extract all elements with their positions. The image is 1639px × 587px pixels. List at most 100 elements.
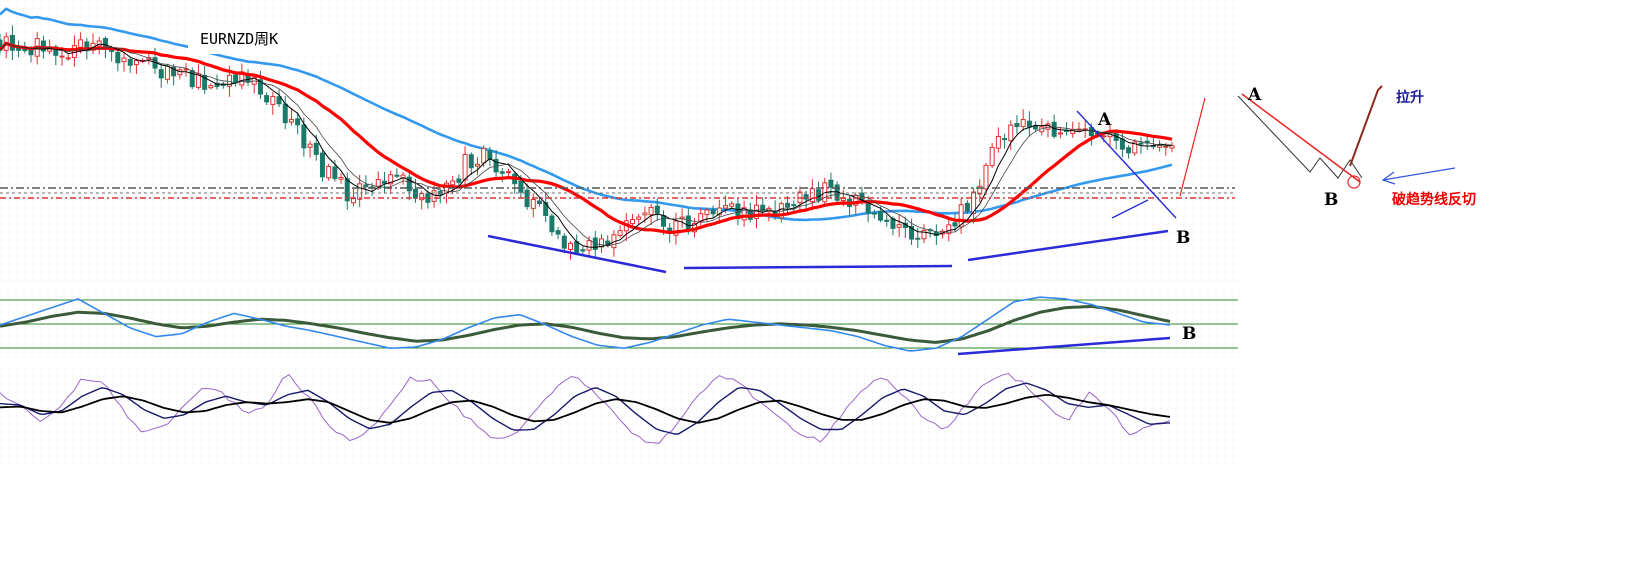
candle-body xyxy=(995,136,1001,149)
stochastic-panel-background xyxy=(0,366,1240,464)
candle-body xyxy=(295,118,301,126)
candle-body xyxy=(71,45,77,58)
candle-body xyxy=(642,212,648,216)
candle-body xyxy=(952,222,958,227)
candle-body xyxy=(828,179,834,188)
candle-body xyxy=(158,69,164,79)
candle-body xyxy=(698,213,704,222)
candle-body xyxy=(840,198,846,202)
candle-body xyxy=(121,57,127,63)
candle-body xyxy=(791,204,797,207)
candle-body xyxy=(710,209,716,215)
candle-body xyxy=(617,230,623,236)
candle-body xyxy=(661,215,667,227)
candle-body xyxy=(270,95,276,105)
candle-body xyxy=(685,215,691,231)
candle-body xyxy=(350,198,356,204)
candle-body xyxy=(462,153,468,181)
candle-body xyxy=(394,174,400,177)
label-b-indicator: B xyxy=(1182,324,1197,344)
candle-body xyxy=(1126,147,1132,154)
candle-body xyxy=(1008,124,1014,142)
candle-body xyxy=(288,119,294,123)
candle-body xyxy=(785,202,791,208)
candle-body xyxy=(363,184,369,188)
candle-body xyxy=(59,55,65,58)
candle-body xyxy=(375,178,381,187)
candle-body xyxy=(884,219,890,222)
label-break: 破趋势线反切 xyxy=(1392,192,1476,208)
candle-body xyxy=(282,103,288,124)
candle-body xyxy=(133,60,139,66)
candle-body xyxy=(586,240,592,251)
candle-body xyxy=(729,203,735,207)
candle-body xyxy=(338,176,344,180)
candle-body xyxy=(487,150,493,160)
candle-body xyxy=(450,180,456,186)
candle-body xyxy=(630,219,636,225)
candle-body xyxy=(1101,135,1107,138)
candle-body xyxy=(896,224,902,228)
candle-body xyxy=(536,200,542,204)
candle-body xyxy=(648,206,654,216)
candle-body xyxy=(115,51,121,64)
label-b-sketch: B xyxy=(1324,190,1339,210)
candle-body xyxy=(964,202,970,212)
candle-body xyxy=(431,190,437,202)
candle-body xyxy=(412,188,418,199)
candle-body xyxy=(499,171,505,174)
candle-body xyxy=(723,205,729,209)
candle-body xyxy=(276,96,282,105)
candle-body xyxy=(332,166,338,180)
candle-body xyxy=(1020,118,1026,127)
candle-body xyxy=(65,57,71,60)
candle-body xyxy=(264,95,270,103)
candle-body xyxy=(1138,142,1144,145)
candle-body xyxy=(1057,132,1063,135)
candle-body xyxy=(871,212,877,215)
candle-body xyxy=(381,180,387,184)
candle-body xyxy=(580,249,586,252)
candle-body xyxy=(164,65,170,80)
candle-body xyxy=(1119,138,1125,150)
candle-body xyxy=(307,143,313,148)
candle-body xyxy=(530,198,536,209)
label-lift: 拉升 xyxy=(1396,90,1424,106)
candle-body xyxy=(208,85,214,89)
candle-body xyxy=(313,142,319,155)
sketch-arrow-shaft xyxy=(1382,167,1456,181)
candle-body xyxy=(549,215,555,233)
candle-body xyxy=(983,164,989,190)
candle-body xyxy=(561,235,567,249)
sketch-rally-line xyxy=(1349,85,1383,167)
candle-body xyxy=(1002,138,1008,141)
candle-body xyxy=(555,230,561,235)
label-a-sketch: A xyxy=(1248,85,1262,105)
candle-body xyxy=(878,210,884,221)
candle-body xyxy=(468,154,474,169)
candle-body xyxy=(78,39,84,48)
candle-body xyxy=(636,216,642,220)
label-b-main: B xyxy=(1176,228,1191,248)
candle-body xyxy=(233,74,239,84)
label-a-main: A xyxy=(1098,110,1112,130)
candle-body xyxy=(357,183,363,200)
candle-body xyxy=(301,124,307,149)
sketch-trendline xyxy=(1241,93,1361,183)
candle-body xyxy=(456,178,462,183)
candle-body xyxy=(481,147,487,164)
candle-body xyxy=(1014,122,1020,128)
candle-body xyxy=(505,171,511,174)
candle-body xyxy=(319,152,325,178)
candle-body xyxy=(989,146,995,167)
chart-stage xyxy=(0,0,1456,464)
chart-title: EURNZD周K xyxy=(200,30,279,48)
candle-body xyxy=(704,209,710,216)
candle-body xyxy=(127,59,133,66)
candle-body xyxy=(518,180,524,193)
candle-body xyxy=(654,205,660,214)
candle-body xyxy=(326,166,332,179)
candle-body xyxy=(9,34,15,51)
candle-body xyxy=(474,163,480,167)
candle-body xyxy=(1026,120,1032,128)
